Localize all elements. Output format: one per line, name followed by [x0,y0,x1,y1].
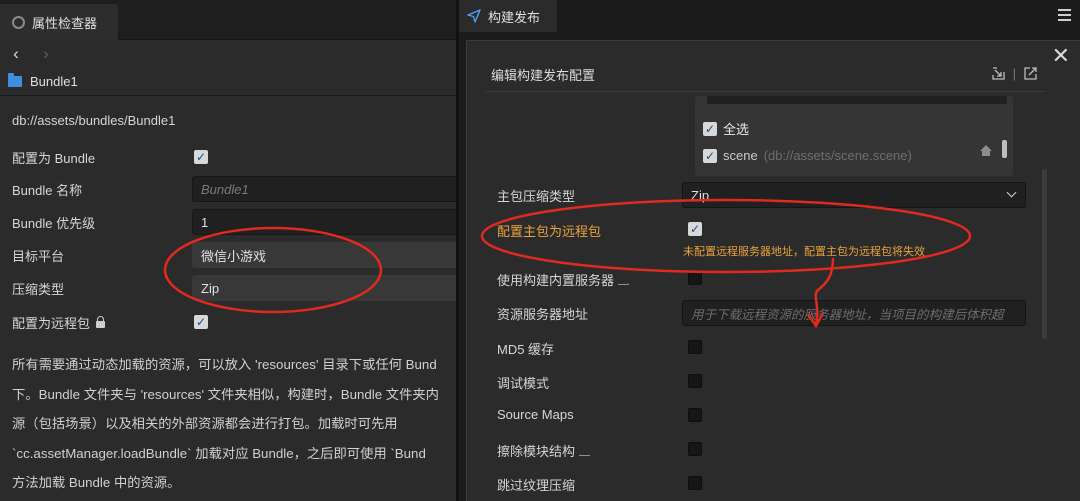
inspector-tabbar: 属性检查器 [0,0,456,40]
md5-label: MD5 缓存 [497,342,555,357]
description-line: 源（包括场景）以及相关的外部资源都会进行打包。加载时可先用 [12,416,398,431]
select-all-checkbox[interactable] [703,121,717,136]
asset-header: Bundle1 [0,68,456,96]
forward-arrow-icon[interactable]: › [38,45,54,62]
asset-name: Bundle1 [30,74,78,89]
inspector-panel: 属性检查器 ‹ › Bundle1 db://assets/bundles/Bu… [0,0,456,501]
source-maps-label: Source Maps [497,407,574,422]
bundle-name-input[interactable]: Bundle1 [192,176,456,202]
config-bundle-label: 配置为 Bundle [12,150,96,166]
scene-path: (db://assets/scene.scene) [763,148,912,163]
tab-build[interactable]: 构建发布 [459,0,557,32]
debug-label: 调试模式 [497,376,550,391]
source-maps-checkbox[interactable] [688,408,702,422]
dialog-actions: | [991,66,1037,81]
dialog-title: 编辑构建发布配置 [491,68,596,83]
lock-icon [96,315,106,328]
scene-list-top [707,96,1007,104]
builtin-server-checkbox[interactable] [688,271,702,285]
description-line: 所有需要通过动态加载的资源，可以放入 'resources' 目录下或任何 Bu… [12,357,437,372]
main-remote-checkbox[interactable] [688,222,702,236]
scene-list: 全选 scene (db://assets/scene.scene) [695,96,1013,176]
experimental-flask-icon [579,445,591,456]
history-nav: ‹ › [0,40,456,68]
select-all-row[interactable]: 全选 [703,119,749,138]
scene-list-scrollbar[interactable] [1002,140,1007,158]
back-arrow-icon[interactable]: ‹ [8,45,24,62]
main-compress-value: Zip [691,187,710,203]
folder-icon [8,73,22,87]
asset-path: db://assets/bundles/Bundle1 [12,113,176,128]
home-icon[interactable] [979,144,993,157]
scene-checkbox[interactable] [703,148,717,163]
bundle-priority-label: Bundle 优先级 [12,215,96,231]
experimental-flask-icon [618,274,630,285]
close-icon[interactable]: ✕ [1052,45,1070,67]
export-icon[interactable] [1024,67,1037,80]
remote-bundle-row: 配置为远程包 [12,311,106,333]
server-address-label: 资源服务器地址 [497,307,589,322]
description-line: 下。Bundle 文件夹与 'resources' 文件夹相似，构建时，Bund… [12,386,439,402]
action-separator: | [1012,66,1016,81]
chevron-down-icon [1006,187,1017,198]
main-compress-select[interactable]: Zip [682,182,1026,208]
tab-build-label: 构建发布 [488,9,541,25]
erase-modules-row: 擦除模块结构 [497,441,591,460]
build-panel: 构建发布 ✕ 编辑构建发布配置 | 全选 s [459,0,1080,501]
debug-checkbox[interactable] [688,374,702,388]
description-line: `cc.assetManager.loadBundle` 加载对应 Bundle… [12,445,426,461]
tab-inspector[interactable]: 属性检查器 [0,4,118,40]
main-compress-label: 主包压缩类型 [497,189,576,204]
bundle-name-label: Bundle 名称 [12,182,83,198]
build-config-dialog: ✕ 编辑构建发布配置 | 全选 scene (db://assets/ [466,40,1080,501]
inspector-icon [12,15,25,29]
menu-icon[interactable] [1058,9,1071,21]
compression-select[interactable]: Zip [192,275,456,301]
md5-checkbox[interactable] [688,340,702,354]
erase-modules-label: 擦除模块结构 [497,444,576,459]
server-address-input[interactable]: 用于下载远程资源的服务器地址，当项目的构建后体积超 [682,300,1026,326]
target-platform-select[interactable]: 微信小游戏 [192,242,456,268]
compression-label: 压缩类型 [12,281,65,297]
skip-texture-checkbox[interactable] [688,476,702,490]
main-remote-label: 配置主包为远程包 [497,224,602,239]
scene-name: scene [723,148,758,163]
builtin-server-row: 使用构建内置服务器 [497,270,630,289]
send-icon [467,9,481,23]
remote-warning: 未配置远程服务器地址，配置主包为远程包将失效 [683,246,925,258]
skip-texture-label: 跳过纹理压缩 [497,478,576,493]
bundle-priority-input[interactable]: 1 [192,209,456,235]
dialog-divider [485,91,1045,92]
tab-inspector-label: 属性检查器 [32,15,98,31]
description-line: 方法加载 Bundle 中的资源。 [12,475,181,490]
target-platform-label: 目标平台 [12,248,65,264]
remote-bundle-label: 配置为远程包 [12,315,91,331]
scene-row[interactable]: scene (db://assets/scene.scene) [703,148,912,163]
config-bundle-checkbox[interactable] [194,150,208,164]
builtin-server-label: 使用构建内置服务器 [497,273,615,288]
import-icon[interactable] [991,67,1005,80]
remote-bundle-checkbox[interactable] [194,315,208,329]
build-tabbar: 构建发布 [459,0,1080,32]
select-all-label: 全选 [723,122,750,137]
bundle-description: 所有需要通过动态加载的资源，可以放入 'resources' 目录下或任何 Bu… [12,350,456,498]
erase-modules-checkbox[interactable] [688,442,702,456]
dialog-scrollbar[interactable] [1042,169,1047,339]
